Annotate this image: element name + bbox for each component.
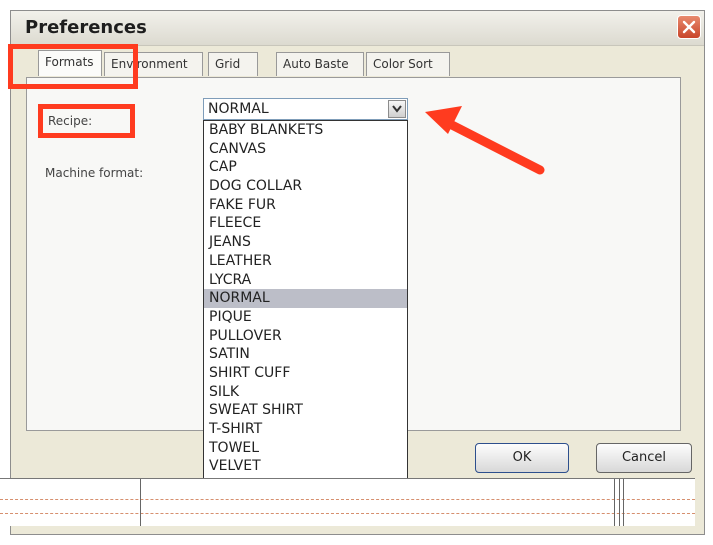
tab-label: Environment bbox=[111, 57, 188, 71]
dropdown-option[interactable]: FLEECE bbox=[204, 214, 407, 233]
grid-dash-line bbox=[0, 513, 695, 514]
dropdown-option[interactable]: JEANS bbox=[204, 233, 407, 252]
dropdown-option[interactable]: NORMAL bbox=[204, 289, 407, 308]
recipe-dropdown-button[interactable] bbox=[388, 100, 406, 118]
grid-line bbox=[614, 479, 615, 526]
dropdown-option[interactable]: LEATHER bbox=[204, 252, 407, 271]
recipe-dropdown-list: BABY BLANKETS CANVAS CAP DOG COLLAR FAKE FUR… bbox=[203, 120, 408, 513]
recipe-select-value: NORMAL bbox=[208, 101, 269, 117]
tab-label: Grid bbox=[215, 57, 241, 71]
dropdown-option[interactable]: PIQUE bbox=[204, 308, 407, 327]
dropdown-option[interactable]: T-SHIRT bbox=[204, 420, 407, 439]
design-grid-background bbox=[0, 478, 695, 526]
close-icon bbox=[682, 20, 696, 34]
dropdown-option[interactable]: SILK bbox=[204, 383, 407, 402]
dropdown-option[interactable]: FAKE FUR bbox=[204, 196, 407, 215]
grid-line bbox=[619, 479, 620, 526]
cancel-button[interactable]: Cancel bbox=[596, 443, 692, 473]
grid-line bbox=[623, 479, 624, 526]
tab-auto-baste[interactable]: Auto Baste bbox=[276, 52, 364, 76]
dropdown-option[interactable]: PULLOVER bbox=[204, 327, 407, 346]
dropdown-option[interactable]: SHIRT CUFF bbox=[204, 364, 407, 383]
dropdown-option[interactable]: BABY BLANKETS bbox=[204, 121, 407, 140]
recipe-select[interactable]: NORMAL bbox=[203, 98, 408, 120]
close-button[interactable] bbox=[677, 15, 701, 39]
tab-color-sort[interactable]: Color Sort bbox=[366, 52, 450, 76]
dropdown-option[interactable]: TOWEL bbox=[204, 439, 407, 458]
machine-format-label: Machine format: bbox=[45, 166, 144, 180]
chevron-down-icon bbox=[392, 105, 402, 113]
tab-formats[interactable]: Formats bbox=[38, 50, 102, 76]
dropdown-option[interactable]: SWEAT SHIRT bbox=[204, 401, 407, 420]
dialog-title: Preferences bbox=[25, 17, 147, 38]
recipe-label: Recipe: bbox=[48, 114, 93, 128]
tab-label: Auto Baste bbox=[283, 57, 349, 71]
dropdown-option[interactable]: CAP bbox=[204, 158, 407, 177]
title-bar: Preferences bbox=[11, 11, 704, 46]
dropdown-option[interactable]: DOG COLLAR bbox=[204, 177, 407, 196]
tab-label: Formats bbox=[45, 55, 94, 69]
ok-button[interactable]: OK bbox=[475, 443, 569, 473]
tab-environment[interactable]: Environment bbox=[104, 52, 203, 76]
dropdown-option[interactable]: SATIN bbox=[204, 345, 407, 364]
tab-grid[interactable]: Grid bbox=[208, 52, 258, 76]
dropdown-option[interactable]: LYCRA bbox=[204, 271, 407, 290]
dropdown-option[interactable]: VELVET bbox=[204, 457, 407, 476]
grid-line bbox=[140, 479, 141, 526]
grid-dash-line bbox=[0, 499, 695, 500]
tab-label: Color Sort bbox=[373, 57, 433, 71]
dropdown-option[interactable]: CANVAS bbox=[204, 140, 407, 159]
